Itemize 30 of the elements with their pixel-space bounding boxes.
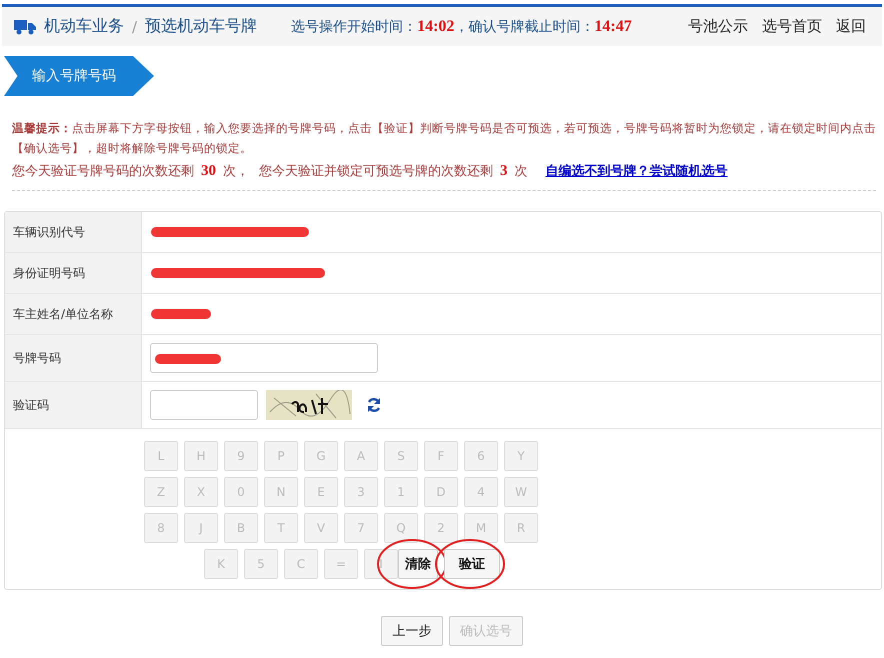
truck-icon — [14, 18, 36, 34]
clear-button[interactable]: 清除 — [398, 549, 438, 579]
nav-link[interactable]: 选号首页 — [762, 17, 822, 36]
start-time: 14:02 — [417, 18, 454, 36]
verify-count-unit: 次， — [223, 163, 249, 180]
notice-text: 温馨提示：点击屏幕下方字母按钮，输入您要选择的号牌号码，点击【验证】判断号牌号码是否可预选，若可预选，号牌号码将暂时为您锁定，请在锁定时间内点击【确认选号】，超时将解除号牌号码的锁定。 — [12, 120, 876, 157]
random-select-link[interactable]: 自编选不到号牌？尝试随机选号 — [546, 162, 728, 180]
breadcrumb-item: 预选机动车号牌 — [145, 16, 258, 37]
breadcrumb-item[interactable]: 机动车业务 — [44, 16, 124, 37]
nav-link[interactable]: 号池公示 — [688, 17, 748, 36]
field-label: 验证码 — [5, 382, 142, 428]
verify-count: 30 — [201, 162, 216, 180]
refresh-icon[interactable] — [366, 397, 382, 413]
verify-count-label: 您今天验证号牌号码的次数还剩 — [12, 163, 194, 180]
nav-link[interactable]: 返回 — [836, 17, 866, 36]
start-label: 选号操作开始时间： — [291, 18, 418, 36]
lock-count: 3 — [500, 162, 508, 180]
lock-count-label: 您今天验证并锁定可预选号牌的次数还剩 — [259, 163, 493, 180]
field-label: 身份证明号码 — [5, 253, 142, 293]
deadline-time: 14:47 — [594, 18, 632, 36]
plate-number-field[interactable] — [150, 343, 378, 373]
field-label: 号牌号码 — [5, 335, 142, 381]
field-label: 车辆识别代号 — [5, 212, 142, 252]
previous-step-button[interactable]: 上一步 — [381, 616, 443, 646]
verify-button[interactable]: 验证 — [444, 549, 500, 579]
breadcrumb-separator: / — [132, 18, 138, 36]
captcha-field[interactable] — [150, 390, 258, 420]
field-label: 车主姓名/单位名称 — [5, 294, 142, 334]
lock-count-unit: 次 — [514, 163, 528, 180]
deadline-label: ，确认号牌截止时间： — [454, 18, 594, 36]
